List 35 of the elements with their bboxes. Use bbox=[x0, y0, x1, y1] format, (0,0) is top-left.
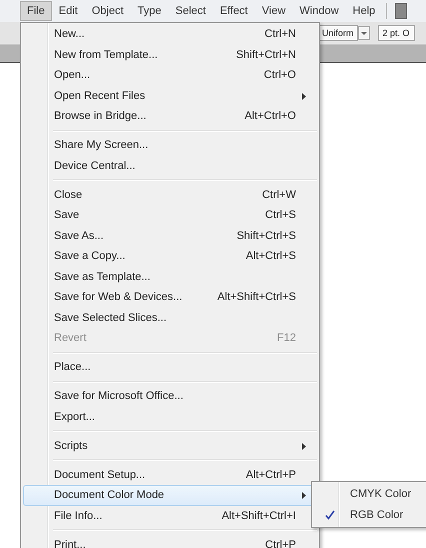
stroke-profile-dropdown[interactable]: Uniform bbox=[318, 25, 358, 41]
menu-bar-item[interactable]: File bbox=[20, 1, 52, 21]
menu-item[interactable]: Save Selected Slices... bbox=[23, 308, 317, 328]
menu-bar-item[interactable]: Help bbox=[346, 1, 382, 21]
menu-bar-item[interactable]: Object bbox=[84, 1, 130, 21]
menu-bar-item[interactable]: Effect bbox=[212, 1, 255, 21]
menu-item[interactable]: Save a Copy... Alt+Ctrl+S bbox=[23, 246, 317, 266]
menu-item[interactable]: RGB Color bbox=[314, 504, 426, 525]
menu-item[interactable]: Save for Microsoft Office... bbox=[23, 386, 317, 406]
menu-item[interactable]: Open Recent Files bbox=[23, 86, 317, 106]
menu-item[interactable]: Place... bbox=[23, 357, 317, 378]
caret-icon[interactable] bbox=[358, 26, 370, 40]
menu-item[interactable]: Save for Web & Devices... Alt+Shift+Ctrl+S bbox=[23, 287, 317, 308]
menu-bar-item[interactable]: Edit bbox=[52, 1, 85, 21]
menu-item[interactable]: Document Setup... Alt+Ctrl+P bbox=[23, 464, 317, 485]
menu-item[interactable]: Device Central... bbox=[23, 156, 317, 176]
menu-bar-item[interactable]: Select bbox=[168, 1, 213, 21]
menu-item[interactable]: Save As... Shift+Ctrl+S bbox=[23, 226, 317, 246]
menu-bar-item[interactable]: Type bbox=[130, 1, 168, 21]
menu-item[interactable]: Share My Screen... bbox=[23, 135, 317, 156]
menu-item[interactable]: Browse in Bridge... Alt+Ctrl+O bbox=[23, 106, 317, 126]
menu-item[interactable]: Open... Ctrl+O bbox=[23, 65, 317, 86]
menu-item[interactable]: New... Ctrl+N bbox=[23, 24, 317, 44]
menu-item[interactable]: Scripts bbox=[23, 436, 317, 456]
menu-bar-item[interactable]: View bbox=[254, 1, 293, 21]
menu-item[interactable]: New from Template... Shift+Ctrl+N bbox=[23, 44, 317, 65]
menu-item[interactable]: Print... Ctrl+P bbox=[23, 534, 317, 548]
menu-item[interactable]: Save as Template... bbox=[23, 266, 317, 287]
menu-item[interactable]: Save Ctrl+S bbox=[23, 205, 317, 226]
menu-bar-item[interactable]: Window bbox=[292, 1, 346, 21]
menu-item[interactable]: Close Ctrl+W bbox=[23, 184, 317, 205]
menu-item[interactable]: Export... bbox=[23, 406, 317, 427]
toolbar-icon[interactable] bbox=[395, 3, 408, 19]
stroke-weight-field[interactable]: 2 pt. O bbox=[378, 25, 415, 41]
menu-item[interactable]: CMYK Color bbox=[314, 484, 426, 504]
